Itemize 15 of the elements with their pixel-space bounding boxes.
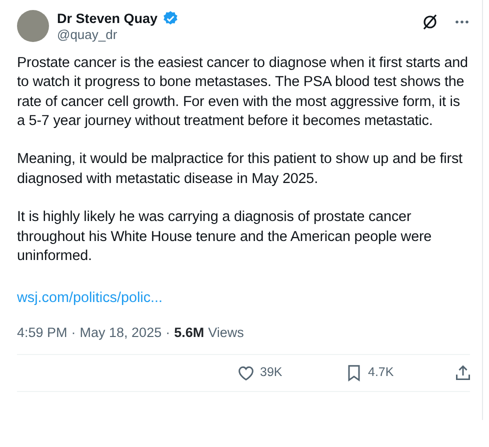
tweet-paragraph: Prostate cancer is the easiest cancer to diagnose when it first starts and to watch it progress to bone metastases. The PSA blood test shows the rate of cancer cell growth. For even with the most aggressive form, it is a 5-7 year journey without treatment before it becomes metastatic. [17,54,469,131]
separator-dot: · [166,324,170,342]
tweet-paragraph: It is highly likely he was carrying a diagnosis of prostate cancer throughout his White House tenure and the American people were uninformed. [17,208,433,266]
post-date: May 18, 2025 [80,324,162,342]
author-name[interactable]: Dr Steven Quay [57,10,158,27]
share-button[interactable] [453,362,473,383]
bookmark-button[interactable]: 4.7K [344,362,394,383]
like-button[interactable]: 39K [236,362,282,383]
author-handle[interactable]: @quay_dr [57,27,422,43]
tweet-paragraph: Meaning, it would be malpractice for this patient to show up and be first diagnosed with metastatic disease in May 2025. [17,150,464,189]
separator-dot: · [71,324,76,342]
post-time: 4:59 PM [17,324,68,342]
view-count: 5.6M [174,324,204,342]
avatar[interactable] [17,10,49,42]
views-label: Views [208,324,244,342]
